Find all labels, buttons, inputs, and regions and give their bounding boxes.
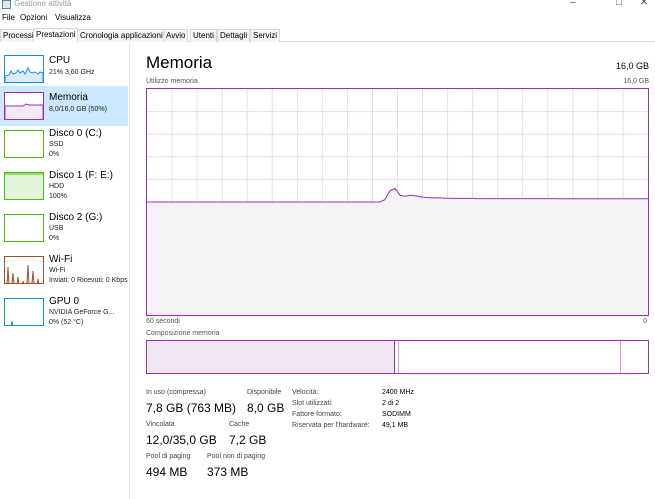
sidebar-item-memory[interactable]: Memoria 8,0/16,0 GB (50%) [0, 86, 128, 126]
form-factor-label: Fattore formato: [292, 411, 342, 418]
time-axis-end: 0 [643, 318, 647, 325]
memory-usage-area [147, 188, 648, 315]
sidebar-item-detail: Wi-Fi [49, 267, 66, 274]
disk-0-thumbnail [4, 130, 44, 158]
disk-2-thumbnail [4, 214, 44, 242]
nonpaged-pool-value: 373 MB [207, 465, 249, 479]
sidebar-item-detail: 100% [49, 193, 67, 200]
sidebar-item-detail: Inviati: 0 Ricevuti: 0 Kbps [49, 277, 128, 284]
composition-standby [620, 341, 621, 373]
available-value: 8,0 GB [247, 401, 285, 415]
committed-label: Vincolata [146, 421, 175, 428]
title-bar: Gestione attività – □ ✕ [0, 0, 655, 12]
in-use-value: 7,8 GB (763 MB) [146, 401, 237, 415]
cache-label: Cache [229, 421, 250, 428]
usage-max: 16,0 GB [623, 78, 649, 85]
tab-performance[interactable]: Prestazioni [33, 28, 79, 42]
sidebar-item-label: Wi-Fi [49, 254, 73, 265]
memory-usage-graph [146, 88, 649, 316]
sidebar-item-detail: 0% [49, 151, 60, 158]
sidebar-item-detail: 0% [49, 235, 60, 242]
available-label: Disponibile [247, 389, 282, 396]
sidebar-item-detail: 0% (52 °C) [49, 319, 84, 326]
close-button[interactable]: ✕ [629, 0, 655, 9]
composition-modified [398, 341, 399, 373]
tab-users[interactable]: Utenti [190, 29, 217, 42]
disk-1-thumbnail [4, 172, 44, 200]
usage-label: Utilizzo memoria [146, 78, 198, 85]
cpu-thumbnail [4, 55, 44, 83]
paged-pool-value: 494 MB [146, 465, 188, 479]
hardware-reserved-label: Riservata per l'hardware: [292, 422, 370, 429]
sidebar-item-detail: SSD [49, 141, 64, 148]
tab-app-history[interactable]: Cronologia applicazioni [77, 29, 166, 42]
total-memory: 16,0 GB [615, 61, 649, 71]
sidebar-item-disk-1[interactable]: Disco 1 (F: E:) HDD 100% [0, 170, 128, 210]
sidebar-item-detail: USB [49, 225, 64, 232]
composition-in-use [147, 341, 395, 373]
sidebar-item-label: CPU [49, 55, 71, 66]
speed-label: Velocità: [292, 389, 319, 396]
sidebar-item-disk-2[interactable]: Disco 2 (G:) USB 0% [0, 212, 128, 252]
minimize-button[interactable]: – [558, 0, 588, 9]
resource-sidebar: CPU 21% 3,60 GHz Memoria 8,0/16,0 GB (50… [0, 43, 130, 499]
sidebar-item-label: Memoria [49, 92, 88, 103]
slots-value: 2 di 2 [382, 400, 400, 407]
sidebar-item-label: Disco 0 (C:) [49, 128, 102, 139]
task-manager-icon [2, 0, 11, 9]
tab-services[interactable]: Servizi [250, 29, 281, 42]
wifi-thumbnail [4, 256, 44, 284]
menu-file[interactable]: File [2, 13, 15, 22]
tab-details[interactable]: Dettagli [217, 29, 251, 42]
sidebar-item-gpu[interactable]: GPU 0 NVIDIA GeForce G... 0% (52 °C) [0, 296, 128, 336]
window-title: Gestione attività [14, 0, 72, 8]
speed-value: 2400 MHz [382, 389, 414, 396]
tab-strip: Processi Prestazioni Cronologia applicaz… [0, 28, 655, 42]
sidebar-item-detail: HDD [49, 183, 65, 190]
page-title: Memoria [146, 53, 213, 72]
memory-thumbnail [4, 92, 44, 120]
sidebar-item-label: GPU 0 [49, 296, 80, 307]
gpu-thumbnail [4, 298, 44, 326]
menu-view[interactable]: Visualizza [55, 13, 91, 22]
sidebar-item-label: Disco 2 (G:) [49, 212, 103, 223]
menu-options[interactable]: Opzioni [20, 13, 47, 22]
sidebar-item-label: Disco 1 (F: E:) [49, 170, 113, 181]
sidebar-item-disk-0[interactable]: Disco 0 (C:) SSD 0% [0, 128, 128, 168]
memory-composition-bar [146, 340, 649, 374]
sidebar-item-detail: 21% 3,60 GHz [49, 69, 95, 76]
form-factor-value: SODIMM [382, 411, 411, 418]
paged-pool-label: Pool di paging [146, 453, 191, 460]
in-use-label: In uso (compressa) [146, 389, 206, 396]
nonpaged-pool-label: Pool non di paging [207, 453, 265, 460]
sidebar-item-wifi[interactable]: Wi-Fi Wi-Fi Inviati: 0 Ricevuti: 0 Kbps [0, 254, 128, 294]
sidebar-item-detail: NVIDIA GeForce G... [49, 309, 115, 316]
tab-processes[interactable]: Processi [0, 29, 37, 42]
memory-usage-chart [147, 89, 648, 315]
composition-label: Composizione memoria [146, 330, 220, 337]
time-axis-start: 60 secondi [146, 318, 180, 325]
slots-label: Slot utilizzati: [292, 400, 333, 407]
cache-value: 7,2 GB [229, 433, 267, 447]
committed-value: 12,0/35,0 GB [146, 433, 217, 447]
tab-startup[interactable]: Avvio [163, 29, 189, 42]
sidebar-item-detail: 8,0/16,0 GB (50%) [49, 106, 107, 113]
menu-bar: File Opzioni Visualizza [0, 13, 655, 25]
hardware-reserved-value: 49,1 MB [382, 422, 409, 429]
